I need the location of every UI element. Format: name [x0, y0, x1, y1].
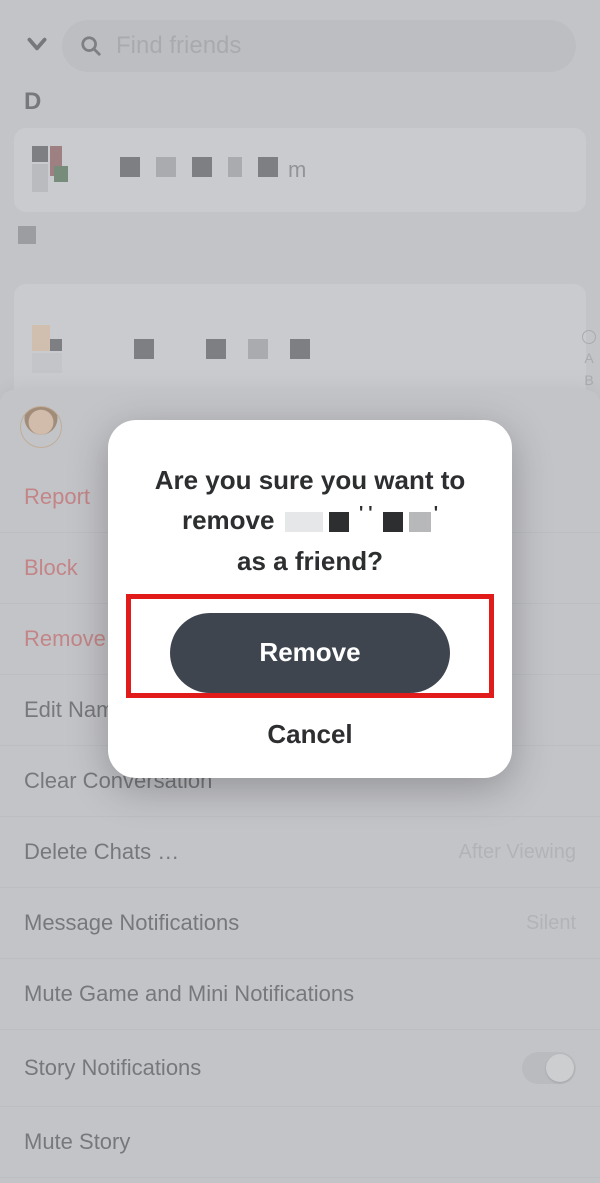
remove-friend-modal: Are you sure you want to remove ' ' ' as…: [108, 420, 512, 778]
remove-button[interactable]: Remove: [170, 613, 450, 693]
cancel-button[interactable]: Cancel: [132, 719, 488, 750]
modal-title: Are you sure you want to remove ' ' ' as…: [132, 460, 488, 581]
